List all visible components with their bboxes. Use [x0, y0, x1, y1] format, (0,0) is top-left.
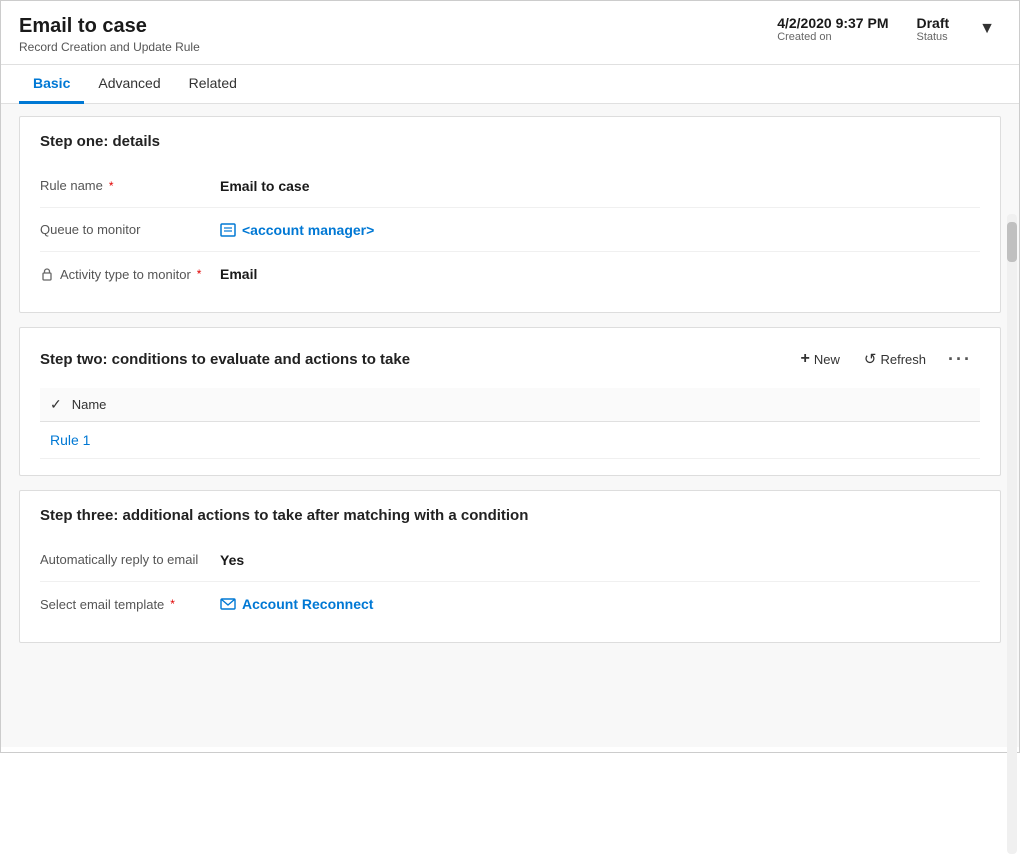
activity-required: * [197, 267, 202, 281]
auto-reply-row: Automatically reply to email Yes [40, 538, 980, 582]
name-column-header: Name [72, 397, 107, 412]
email-template-icon [220, 596, 236, 612]
plus-icon: + [801, 350, 810, 368]
page-title: Email to case [19, 15, 200, 38]
rule-1-link[interactable]: Rule 1 [50, 432, 90, 448]
email-template-required: * [170, 597, 175, 611]
rule-name-value: Email to case [220, 178, 310, 194]
activity-type-value: Email [220, 266, 257, 282]
content-wrapper: Step one: details Rule name * Email to c… [1, 104, 1019, 747]
page-subtitle: Record Creation and Update Rule [19, 40, 200, 54]
created-on-meta: 4/2/2020 9:37 PM Created on [777, 15, 888, 43]
step-three-title: Step three: additional actions to take a… [40, 507, 980, 524]
email-template-label: Select email template * [40, 597, 220, 612]
conditions-table: ✓ Name Rule 1 [40, 388, 980, 459]
auto-reply-label: Automatically reply to email [40, 552, 220, 567]
table-header-row: ✓ Name [40, 388, 980, 422]
status-label: Status [916, 31, 949, 43]
tab-advanced[interactable]: Advanced [84, 65, 174, 104]
email-template-link[interactable]: Account Reconnect [220, 596, 373, 612]
activity-type-row: Activity type to monitor * Email [40, 252, 980, 296]
rule-name-row: Rule name * Email to case [40, 164, 980, 208]
step-two-header: Step two: conditions to evaluate and act… [40, 344, 980, 374]
checkmark-icon: ✓ [50, 396, 62, 413]
header-title-area: Email to case Record Creation and Update… [19, 15, 200, 54]
status-chevron-button[interactable]: ▼ [973, 18, 1001, 40]
lock-icon [40, 267, 54, 281]
scrollbar-thumb[interactable] [1007, 222, 1017, 262]
more-options-button[interactable]: ··· [940, 345, 980, 374]
status-value: Draft [916, 15, 949, 31]
queue-label: Queue to monitor [40, 222, 220, 237]
new-button[interactable]: + New [791, 344, 850, 374]
scrollbar[interactable] [1007, 214, 1017, 854]
header-meta-area: 4/2/2020 9:37 PM Created on Draft Status… [777, 15, 1001, 43]
rule-name-label: Rule name * [40, 178, 220, 193]
refresh-icon: ↺ [864, 350, 877, 368]
queue-row: Queue to monitor <account manager> [40, 208, 980, 252]
activity-type-label: Activity type to monitor * [40, 267, 220, 282]
email-template-row: Select email template * Account Reconnec… [40, 582, 980, 626]
main-content: Step one: details Rule name * Email to c… [1, 104, 1019, 747]
header-meta: 4/2/2020 9:37 PM Created on Draft Status [777, 15, 949, 43]
tab-basic[interactable]: Basic [19, 65, 84, 104]
rule-name-required: * [109, 179, 114, 193]
status-meta: Draft Status [916, 15, 949, 43]
app-header: Email to case Record Creation and Update… [1, 1, 1019, 65]
step-three-card: Step three: additional actions to take a… [19, 490, 1001, 643]
queue-icon [220, 222, 236, 238]
auto-reply-value: Yes [220, 552, 244, 568]
step-two-card: Step two: conditions to evaluate and act… [19, 327, 1001, 476]
step-two-toolbar: + New ↺ Refresh ··· [791, 344, 980, 374]
tab-related[interactable]: Related [175, 65, 251, 104]
step-one-title: Step one: details [40, 133, 980, 150]
created-on-label: Created on [777, 31, 888, 43]
queue-link[interactable]: <account manager> [220, 222, 374, 238]
created-on-value: 4/2/2020 9:37 PM [777, 15, 888, 31]
table-row: Rule 1 [40, 422, 980, 459]
tab-bar: Basic Advanced Related [1, 65, 1019, 104]
refresh-button[interactable]: ↺ Refresh [854, 344, 936, 374]
step-one-card: Step one: details Rule name * Email to c… [19, 116, 1001, 313]
step-two-title: Step two: conditions to evaluate and act… [40, 351, 410, 368]
